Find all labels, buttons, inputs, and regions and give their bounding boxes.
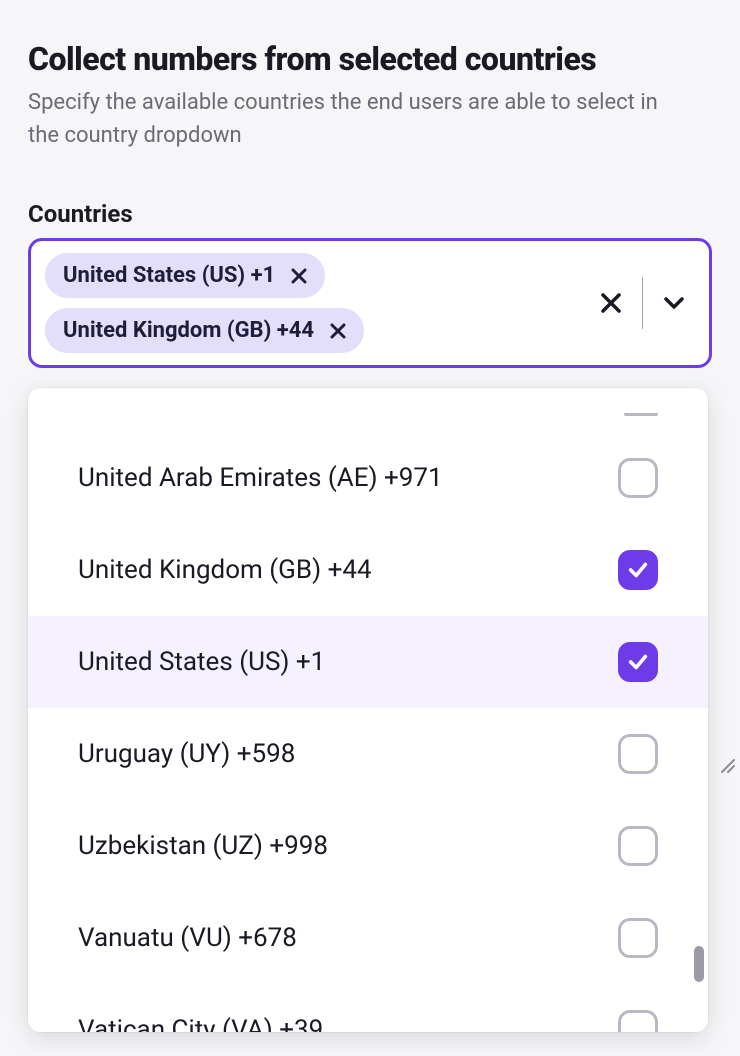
chip-label: United Kingdom (GB) +44 — [63, 318, 314, 343]
checkbox-icon[interactable] — [618, 1010, 658, 1032]
chevron-down-icon[interactable] — [657, 286, 691, 320]
option-united-states[interactable]: United States (US) +1 — [28, 616, 708, 708]
option-label: United Kingdom (GB) +44 — [78, 555, 618, 585]
checkbox-checked-icon[interactable] — [618, 642, 658, 682]
option-uruguay[interactable]: Uruguay (UY) +598 — [28, 708, 708, 800]
countries-dropdown[interactable]: United Arab Emirates (AE) +971 United Ki… — [28, 388, 708, 1032]
option-label: Vanuatu (VU) +678 — [78, 923, 618, 953]
page-title: Collect numbers from selected countries — [28, 40, 712, 78]
select-controls — [594, 277, 691, 329]
option-label: Uzbekistan (UZ) +998 — [78, 831, 618, 861]
chip-label: United States (US) +1 — [63, 263, 275, 288]
option-label: United Arab Emirates (AE) +971 — [78, 463, 618, 493]
page-subtitle: Specify the available countries the end … — [28, 86, 668, 152]
option-vanuatu[interactable]: Vanuatu (VU) +678 — [28, 892, 708, 984]
chip-united-states[interactable]: United States (US) +1 — [45, 253, 325, 298]
option-united-arab-emirates[interactable]: United Arab Emirates (AE) +971 — [28, 432, 708, 524]
option-vatican-city[interactable]: Vatican City (VA) +39 — [28, 984, 708, 1032]
resize-grip-icon — [718, 756, 736, 774]
close-icon[interactable] — [291, 268, 307, 284]
option-label: United States (US) +1 — [78, 647, 618, 677]
option-list[interactable]: United Arab Emirates (AE) +971 United Ki… — [28, 388, 708, 1032]
scrollbar-thumb[interactable] — [694, 946, 704, 982]
countries-multiselect[interactable]: United States (US) +1 United Kingdom (GB… — [28, 238, 712, 368]
checkbox-icon[interactable] — [618, 826, 658, 866]
checkbox-icon[interactable] — [618, 918, 658, 958]
option-label: Vatican City (VA) +39 — [78, 1015, 618, 1032]
clear-all-button[interactable] — [594, 286, 628, 320]
option-united-kingdom[interactable]: United Kingdom (GB) +44 — [28, 524, 708, 616]
vertical-divider — [642, 277, 643, 329]
selected-chips-container: United States (US) +1 United Kingdom (GB… — [45, 253, 584, 353]
checkbox-icon[interactable] — [618, 458, 658, 498]
close-icon[interactable] — [330, 323, 346, 339]
option-label: Uruguay (UY) +598 — [78, 739, 618, 769]
checkbox-checked-icon[interactable] — [618, 550, 658, 590]
countries-field-label: Countries — [28, 200, 712, 228]
option-uzbekistan[interactable]: Uzbekistan (UZ) +998 — [28, 800, 708, 892]
option-partial-top — [28, 412, 708, 432]
checkbox-icon[interactable] — [618, 734, 658, 774]
chip-united-kingdom[interactable]: United Kingdom (GB) +44 — [45, 308, 364, 353]
